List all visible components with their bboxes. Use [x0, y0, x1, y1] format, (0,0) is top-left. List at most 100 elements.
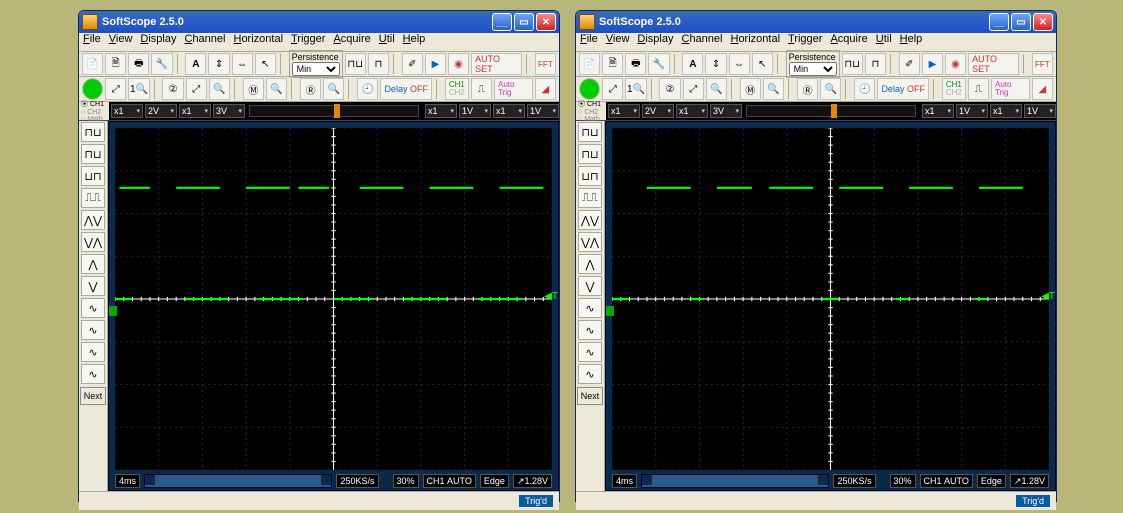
menu-trigger[interactable]: Trigger [788, 33, 822, 51]
menu-horizontal[interactable]: Horizontal [730, 33, 780, 51]
menu-display[interactable]: Display [637, 33, 673, 51]
zoom2-icon[interactable]: ⤢ [683, 78, 704, 100]
ch-led-icon[interactable] [82, 78, 103, 100]
time-zoom-icon[interactable]: 🕘 [357, 78, 378, 100]
stop-button[interactable]: ◉ [448, 53, 469, 75]
waveshape-8[interactable]: ∿ [81, 298, 105, 318]
scope-display[interactable] [115, 128, 552, 470]
waveshape-1[interactable]: ⊓⊔ [81, 144, 105, 164]
waveshape-10[interactable]: ∿ [81, 342, 105, 362]
x-scale-2[interactable]: x1▾ [179, 104, 211, 118]
maximize-button[interactable]: ▭ [514, 13, 534, 31]
v-scale-3[interactable]: 1V▾ [956, 104, 988, 118]
wave-b-icon[interactable]: ⊓ [368, 53, 389, 75]
v-scale-4[interactable]: 1V▾ [527, 104, 559, 118]
waveshape-10[interactable]: ∿ [578, 342, 602, 362]
math-button[interactable]: Ⓜ [740, 78, 761, 100]
waveshape-9[interactable]: ∿ [578, 320, 602, 340]
waveshape-0[interactable]: ⊓⊔ [578, 122, 602, 142]
zoom1-icon[interactable]: ⤢ [105, 78, 126, 100]
autotrig-button[interactable]: Auto Trig [991, 78, 1030, 100]
stop-button[interactable]: ◉ [945, 53, 966, 75]
scope-display[interactable] [612, 128, 1049, 470]
v-scale-3[interactable]: 1V▾ [459, 104, 491, 118]
trigger-marker[interactable]: ◀T [544, 291, 558, 302]
menu-help[interactable]: Help [900, 33, 923, 51]
menu-channel[interactable]: Channel [184, 33, 225, 51]
ch-led-icon[interactable] [579, 78, 600, 100]
v-scale-4[interactable]: 1V▾ [1024, 104, 1056, 118]
timebase-field[interactable]: 4ms [115, 474, 140, 488]
ch-toggle[interactable]: CH1 CH2 [445, 78, 469, 100]
tool-icon[interactable]: 🔧 [151, 53, 172, 75]
menu-channel[interactable]: Channel [681, 33, 722, 51]
menu-view[interactable]: View [109, 33, 133, 51]
titlebar[interactable]: SoftScope 2.5.0 __ ▭ ✕ [79, 11, 559, 33]
run-button[interactable]: ▶ [922, 53, 943, 75]
close-button[interactable]: ✕ [1033, 13, 1053, 31]
waveshape-3[interactable]: ⎍⎍ [578, 188, 602, 208]
open-icon[interactable]: 📄 [82, 53, 103, 75]
wave-a-icon[interactable]: ⊓⊔ [842, 53, 863, 75]
position-slider[interactable] [746, 105, 916, 117]
ch2-button[interactable]: ② [659, 78, 680, 100]
menu-display[interactable]: Display [140, 33, 176, 51]
zoom2-fit-icon[interactable]: 🔍 [706, 78, 727, 100]
math-button[interactable]: Ⓜ [243, 78, 264, 100]
channel-radio-group[interactable]: ⦿ CH1 ○ CH2 ○ Math [576, 102, 606, 120]
waveshape-5[interactable]: ⋁⋀ [81, 232, 105, 252]
zoom2-icon[interactable]: ⤢ [186, 78, 207, 100]
autoset-button[interactable]: AUTO SET [471, 53, 522, 75]
waveshape-7[interactable]: ⋁ [81, 276, 105, 296]
waveshape-11[interactable]: ∿ [578, 364, 602, 384]
menu-acquire[interactable]: Acquire [830, 33, 867, 51]
run-button[interactable]: ▶ [425, 53, 446, 75]
v-scale-2[interactable]: 3V▾ [710, 104, 742, 118]
persistence-select[interactable]: Min [789, 62, 837, 76]
autotrig-button[interactable]: Auto Trig [494, 78, 533, 100]
zoom4-icon[interactable]: 🔍 [820, 78, 841, 100]
position-slider[interactable] [249, 105, 419, 117]
cursor-h-icon[interactable]: ⇔ [232, 53, 253, 75]
x-scale-4[interactable]: x1▾ [493, 104, 525, 118]
menu-acquire[interactable]: Acquire [333, 33, 370, 51]
zoom3-icon[interactable]: 🔍 [763, 78, 784, 100]
zoom-fit-icon[interactable]: 1🔍 [128, 78, 149, 100]
menu-file[interactable]: File [83, 33, 101, 51]
v-scale-1[interactable]: 2V▾ [145, 104, 177, 118]
ground-marker[interactable] [109, 306, 117, 316]
zoom2-fit-icon[interactable]: 🔍 [209, 78, 230, 100]
x-scale-1[interactable]: x1▾ [111, 104, 143, 118]
waveshape-7[interactable]: ⋁ [578, 276, 602, 296]
close-button[interactable]: ✕ [536, 13, 556, 31]
fft-button[interactable]: FFT [535, 53, 556, 75]
x-scale-1[interactable]: x1▾ [608, 104, 640, 118]
zoom3-icon[interactable]: 🔍 [266, 78, 287, 100]
waveshape-5[interactable]: ⋁⋀ [578, 232, 602, 252]
waveshape-4[interactable]: ⋀⋁ [81, 210, 105, 230]
print-icon[interactable]: 🖶 [128, 53, 149, 75]
print-icon[interactable]: 🖶 [625, 53, 646, 75]
waveshape-1[interactable]: ⊓⊔ [578, 144, 602, 164]
menu-util[interactable]: Util [876, 33, 892, 51]
tool-icon[interactable]: 🔧 [648, 53, 669, 75]
zoom1-icon[interactable]: ⤢ [602, 78, 623, 100]
text-button[interactable]: A [682, 53, 703, 75]
x-scale-3[interactable]: x1▾ [922, 104, 954, 118]
timebase-field[interactable]: 4ms [612, 474, 637, 488]
waveshape-2[interactable]: ⊔⊓ [81, 166, 105, 186]
save-icon[interactable]: 🗎 [105, 53, 126, 75]
trig-slope-icon[interactable]: ◢ [1032, 78, 1053, 100]
wave-a-icon[interactable]: ⊓⊔ [345, 53, 366, 75]
zoom-fit-icon[interactable]: 1🔍 [625, 78, 646, 100]
maximize-button[interactable]: ▭ [1011, 13, 1031, 31]
delay-button[interactable]: Delay OFF [877, 78, 929, 100]
menu-view[interactable]: View [606, 33, 630, 51]
ch-toggle[interactable]: CH1 CH2 [942, 78, 966, 100]
x-scale-4[interactable]: x1▾ [990, 104, 1022, 118]
next-button[interactable]: Next [80, 387, 106, 405]
ch2-button[interactable]: ② [162, 78, 183, 100]
cursor-v-icon[interactable]: ⇕ [208, 53, 229, 75]
waveshape-4[interactable]: ⋀⋁ [578, 210, 602, 230]
zoom4-icon[interactable]: 🔍 [323, 78, 344, 100]
